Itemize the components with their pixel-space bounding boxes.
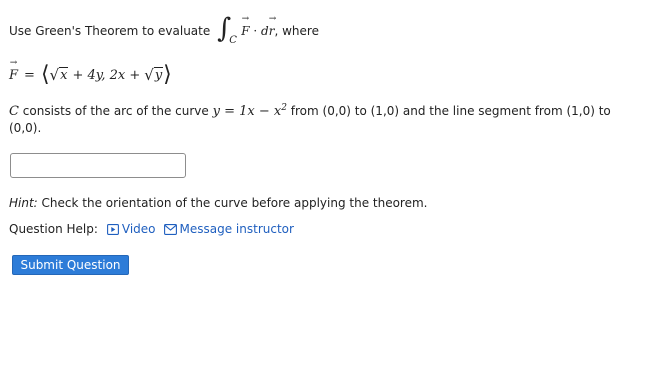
right-angle-bracket: ⟩ bbox=[163, 62, 172, 87]
intro-suffix: , where bbox=[274, 24, 319, 38]
integral-subscript: C bbox=[229, 35, 237, 46]
play-video-icon bbox=[106, 223, 119, 235]
field-vector-F: → F bbox=[9, 57, 19, 83]
question-help: Question Help: Video Message instructor bbox=[9, 222, 294, 236]
hint: Hint: Check the orientation of the curve… bbox=[9, 196, 428, 210]
dot-operator: · bbox=[253, 24, 258, 38]
differential-d: d bbox=[261, 24, 269, 38]
message-instructor-label: Message instructor bbox=[179, 222, 294, 236]
submit-question-button[interactable]: Submit Question bbox=[12, 255, 129, 275]
curve-text-1: consists of the arc of the curve bbox=[22, 104, 209, 118]
curve-description: C consists of the arc of the curve y = 1… bbox=[9, 103, 624, 137]
curve-exponent: 2 bbox=[281, 103, 287, 113]
video-label: Video bbox=[121, 222, 156, 236]
hint-text: Check the orientation of the curve befor… bbox=[41, 196, 428, 210]
curve-equation: y = 1x − x2 bbox=[212, 103, 287, 120]
curve-C: C bbox=[9, 104, 19, 119]
video-link[interactable]: Video bbox=[106, 222, 156, 236]
vector-F: → F bbox=[241, 14, 250, 39]
answer-input[interactable] bbox=[10, 153, 186, 178]
sqrt-y: √ y bbox=[144, 66, 164, 84]
field-component-rest: + 4y, 2x + bbox=[72, 67, 141, 83]
message-instructor-link[interactable]: Message instructor bbox=[163, 222, 294, 236]
vector-r: → r bbox=[268, 14, 277, 39]
field-equals: = bbox=[24, 67, 35, 83]
intro-text: Use Green's Theorem to evaluate bbox=[9, 24, 211, 38]
line-integral: ∫ C bbox=[215, 13, 241, 49]
left-angle-bracket: ⟨ bbox=[40, 62, 50, 87]
vector-field: → F = ⟨ √ x + 4y, 2x + √ y ⟩ bbox=[9, 57, 172, 88]
question-intro: Use Green's Theorem to evaluate ∫ C → F ·… bbox=[9, 13, 319, 49]
envelope-icon bbox=[163, 223, 177, 235]
help-label: Question Help: bbox=[9, 222, 98, 236]
sqrt-x: √ x bbox=[49, 66, 69, 84]
hint-label: Hint: bbox=[9, 196, 38, 210]
integrand: → F · d → r bbox=[241, 14, 277, 39]
